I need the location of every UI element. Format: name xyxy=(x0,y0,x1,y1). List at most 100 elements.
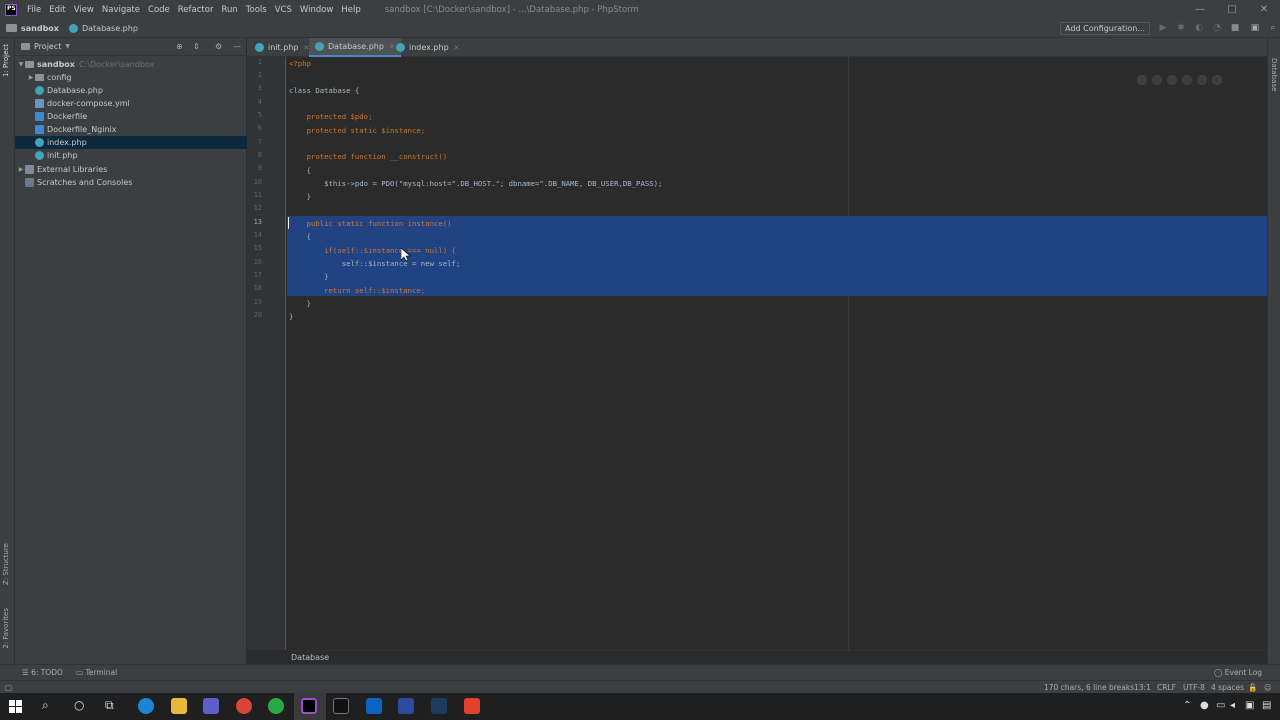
menu-view[interactable]: View xyxy=(70,5,98,15)
chrome-icon[interactable] xyxy=(1137,75,1147,85)
tree-item-init-php[interactable]: init.php xyxy=(15,149,247,162)
volume-icon[interactable]: ◂ xyxy=(1230,700,1235,711)
tree-item-dockerfile[interactable]: Dockerfile xyxy=(15,110,247,123)
line-number: 10 xyxy=(253,178,262,186)
app-green-icon[interactable] xyxy=(268,698,284,714)
app-red-icon[interactable] xyxy=(464,698,480,714)
safari-icon[interactable] xyxy=(1167,75,1177,85)
tree-item-dockerfile-nginix[interactable]: Dockerfile_Nginix xyxy=(15,123,247,136)
chevron-down-icon[interactable]: ▼ xyxy=(65,43,70,50)
menu-code[interactable]: Code xyxy=(144,5,174,15)
task-view-icon[interactable]: ⧉ xyxy=(105,698,114,713)
terminal-tool-button[interactable]: ▭ Terminal xyxy=(76,665,117,681)
tree-item-index-php[interactable]: index.php xyxy=(15,136,247,149)
network-icon[interactable]: ▭ xyxy=(1216,700,1225,711)
menu-edit[interactable]: Edit xyxy=(45,5,69,15)
docker-file-icon xyxy=(35,125,44,134)
search-icon[interactable]: ⌕ xyxy=(42,698,49,713)
todo-tool-button[interactable]: ☰ 6: TODO xyxy=(22,665,63,681)
line-number: 2 xyxy=(257,71,262,79)
hide-panel-icon[interactable]: — xyxy=(233,42,241,51)
event-log-button[interactable]: ◯ Event Log xyxy=(1214,665,1262,681)
microphone-icon[interactable]: ● xyxy=(1200,700,1209,711)
locate-icon[interactable]: ⊕ xyxy=(176,42,183,51)
breadcrumb-file[interactable]: Database.php xyxy=(59,23,138,33)
ie-icon[interactable] xyxy=(1197,75,1207,85)
tree-item-docker-compose[interactable]: docker-compose.yml xyxy=(15,97,247,110)
teams-icon[interactable] xyxy=(203,698,219,714)
expand-arrow-icon[interactable]: ▼ xyxy=(17,58,25,71)
firefox-icon[interactable] xyxy=(1152,75,1162,85)
stop-icon[interactable]: ■ xyxy=(1230,23,1240,33)
tree-item-config[interactable]: ▶ config xyxy=(15,71,247,84)
line-number: 3 xyxy=(257,84,262,92)
tab-index-php[interactable]: index.php ✕ xyxy=(390,38,466,57)
tab-database-php[interactable]: Database.php ✕ xyxy=(309,38,401,57)
menu-navigate[interactable]: Navigate xyxy=(98,5,144,15)
opera-icon[interactable] xyxy=(1182,75,1192,85)
project-view-icon xyxy=(21,43,30,50)
search-icon[interactable]: ⌕ xyxy=(1268,23,1278,33)
editor-breadcrumb[interactable]: Database xyxy=(287,650,1267,664)
project-panel-header: Project ▼ ⊕ ⇕ ⚙ — xyxy=(15,38,246,56)
tree-item-database-php[interactable]: Database.php xyxy=(15,84,247,97)
database-tool-tab[interactable]: Database xyxy=(1270,58,1278,91)
project-panel-title[interactable]: Project xyxy=(34,42,61,51)
menu-refactor[interactable]: Refactor xyxy=(174,5,218,15)
project-structure-icon[interactable]: ▣ xyxy=(1250,23,1260,33)
phpstorm-icon[interactable] xyxy=(301,698,317,714)
php-file-icon xyxy=(315,42,324,51)
notification-icon[interactable]: ▤ xyxy=(1262,700,1271,711)
collapse-arrow-icon[interactable]: ▶ xyxy=(17,163,25,176)
code-editor[interactable]: <?php class Database { protected $pdo; p… xyxy=(287,57,1267,650)
code-line: $this->pdo = PDO("mysql:host=".DB_HOST."… xyxy=(289,179,663,188)
app-blue-icon[interactable] xyxy=(398,698,414,714)
run-icon[interactable]: ▶ xyxy=(1158,23,1168,33)
code-line: } xyxy=(289,299,311,308)
file-explorer-icon[interactable] xyxy=(171,698,187,714)
editor-tab-bar: init.php ✕ Database.php ✕ index.php ✕ xyxy=(247,38,1267,57)
lock-icon[interactable]: ▣ xyxy=(1245,700,1254,711)
close-icon[interactable]: ✕ xyxy=(1248,0,1280,19)
edge-icon[interactable] xyxy=(1212,75,1222,85)
collapse-icon[interactable]: ⇕ xyxy=(193,42,200,51)
tool-window-bar: ☰ 6: TODO ▭ Terminal ◯ Event Log xyxy=(0,664,1280,680)
menu-tools[interactable]: Tools xyxy=(242,5,271,15)
editor-gutter[interactable]: 1 2 3 4 5 6 7 8 9 10 11 12 13 14 15 16 1… xyxy=(247,57,301,650)
structure-tool-tab[interactable]: Z: Structure xyxy=(2,543,10,585)
menu-help[interactable]: Help xyxy=(337,5,364,15)
edge-browser-icon[interactable] xyxy=(138,698,154,714)
gear-icon[interactable]: ⚙ xyxy=(215,42,222,51)
phpstorm-logo-icon xyxy=(5,3,17,16)
menu-run[interactable]: Run xyxy=(217,5,241,15)
menu-window[interactable]: Window xyxy=(296,5,338,15)
profile-icon[interactable]: ◔ xyxy=(1212,23,1222,33)
menu-vcs[interactable]: VCS xyxy=(271,5,296,15)
outlook-icon[interactable] xyxy=(366,698,382,714)
chrome-icon[interactable] xyxy=(236,698,252,714)
chevron-up-icon[interactable]: ⌃ xyxy=(1183,700,1191,711)
coverage-icon[interactable]: ◐ xyxy=(1194,23,1204,33)
minimize-icon[interactable]: — xyxy=(1184,0,1216,19)
cortana-icon[interactable]: ○ xyxy=(74,698,84,712)
close-tab-icon[interactable]: ✕ xyxy=(454,44,460,52)
tree-item-external-libraries[interactable]: ▶ External Libraries xyxy=(15,163,247,176)
tab-init-php[interactable]: init.php ✕ xyxy=(249,38,315,57)
add-configuration-button[interactable]: Add Configuration... xyxy=(1060,22,1150,35)
tree-root-sandbox[interactable]: ▼ sandbox C:\Docker\sandbox xyxy=(15,58,247,71)
project-tool-tab[interactable]: 1: Project xyxy=(2,44,10,77)
terminal-icon[interactable] xyxy=(333,698,349,714)
line-number: 8 xyxy=(257,151,262,159)
tree-item-scratches[interactable]: Scratches and Consoles xyxy=(15,176,247,189)
app-dark-blue-icon[interactable] xyxy=(431,698,447,714)
windows-start-icon[interactable] xyxy=(9,700,22,713)
collapse-arrow-icon[interactable]: ▶ xyxy=(27,71,35,84)
line-number: 13 xyxy=(253,218,262,226)
breadcrumb-project[interactable]: sandbox xyxy=(0,24,59,33)
menu-file[interactable]: File xyxy=(23,5,45,15)
line-number: 7 xyxy=(257,138,262,146)
php-file-icon xyxy=(396,43,405,52)
maximize-icon[interactable]: □ xyxy=(1216,0,1248,19)
debug-icon[interactable]: ✱ xyxy=(1176,23,1186,33)
favorites-tool-tab[interactable]: 2: Favorites xyxy=(2,608,10,649)
